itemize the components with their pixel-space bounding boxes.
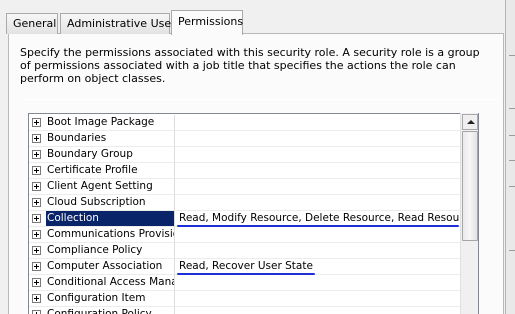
object-class-cell[interactable]: Client Agent Setting [29, 179, 175, 195]
table-row[interactable]: Boundary Group [29, 147, 461, 163]
tab-strip: General Administrative Users Permissions [6, 10, 426, 35]
background-window-edge [505, 0, 515, 314]
table-row[interactable]: Cloud Subscription [29, 195, 461, 211]
table-row[interactable]: Communications Provisioni [29, 227, 461, 243]
object-class-label: Collection [46, 211, 174, 226]
permissions-cell[interactable] [175, 131, 461, 147]
table-row[interactable]: Conditional Access Manag [29, 275, 461, 291]
object-class-label: Configuration Item [47, 292, 146, 304]
object-class-label: Boundary Group [47, 148, 133, 160]
object-class-cell[interactable]: Boot Image Package [29, 115, 175, 131]
scroll-thumb[interactable] [462, 131, 478, 241]
object-class-label: Communications Provisioni [47, 228, 174, 240]
edge-tick [509, 160, 515, 161]
tab-permissions[interactable]: Permissions [171, 10, 243, 35]
edge-tick [509, 55, 515, 56]
table-row[interactable]: Compliance Policy [29, 243, 461, 259]
object-class-label: Client Agent Setting [47, 180, 153, 192]
object-class-cell[interactable]: Compliance Policy [29, 243, 175, 259]
object-class-cell[interactable]: Configuration Policy [29, 307, 175, 314]
tab-general[interactable]: General [6, 13, 58, 34]
permissions-cell[interactable] [175, 307, 461, 314]
object-class-label: Cloud Subscription [47, 196, 146, 208]
object-class-label: Conditional Access Manag [47, 276, 174, 288]
object-class-label: Computer Association [47, 260, 163, 272]
permissions-grid[interactable]: Boot Image Package Boundaries Boundary Gro… [28, 113, 479, 314]
expand-plus-icon[interactable] [32, 214, 41, 223]
expand-plus-icon[interactable] [32, 134, 41, 143]
permissions-cell[interactable] [175, 179, 461, 195]
object-class-cell[interactable]: Computer Association [29, 259, 175, 275]
object-class-cell[interactable]: Cloud Subscription [29, 195, 175, 211]
divider [20, 99, 498, 100]
object-class-label: Configuration Policy [47, 308, 152, 314]
table-row[interactable]: Configuration Item [29, 291, 461, 307]
grid-vertical-scrollbar[interactable] [460, 113, 478, 314]
expand-plus-icon[interactable] [32, 262, 41, 271]
expand-plus-icon[interactable] [32, 182, 41, 191]
table-row[interactable]: Certificate Profile [29, 163, 461, 179]
permissions-cell[interactable] [175, 195, 461, 211]
expand-plus-icon[interactable] [32, 198, 41, 207]
expand-plus-icon[interactable] [32, 310, 41, 314]
expand-plus-icon[interactable] [32, 150, 41, 159]
table-row[interactable]: Boundaries [29, 131, 461, 147]
object-class-label: Certificate Profile [47, 164, 138, 176]
table-row[interactable]: Client Agent Setting [29, 179, 461, 195]
permissions-cell[interactable] [175, 147, 461, 163]
edge-tick [509, 135, 515, 136]
permissions-cell[interactable] [175, 227, 461, 243]
expand-plus-icon[interactable] [32, 294, 41, 303]
expand-plus-icon[interactable] [32, 118, 41, 127]
scroll-up-button[interactable] [462, 114, 478, 130]
permissions-description: Specify the permissions associated with … [20, 46, 480, 85]
object-class-label: Boot Image Package [47, 116, 155, 128]
expand-plus-icon[interactable] [32, 246, 41, 255]
object-class-label: Compliance Policy [47, 244, 143, 256]
edge-tick [509, 186, 515, 187]
object-class-cell[interactable]: Communications Provisioni [29, 227, 175, 243]
edge-tick [509, 108, 515, 109]
object-class-cell[interactable]: Boundaries [29, 131, 175, 147]
permissions-cell[interactable] [175, 163, 461, 179]
permissions-cell[interactable] [175, 275, 461, 291]
arrow-up-icon [467, 120, 475, 124]
permissions-cell[interactable] [175, 243, 461, 259]
object-class-cell[interactable]: Configuration Item [29, 291, 175, 307]
table-row[interactable]: Configuration Policy [29, 307, 461, 314]
edge-tick [509, 250, 515, 251]
expand-plus-icon[interactable] [32, 166, 41, 175]
object-class-cell[interactable]: Collection [29, 211, 175, 227]
object-class-label: Boundaries [47, 132, 107, 144]
permissions-cell[interactable] [175, 291, 461, 307]
expand-plus-icon[interactable] [32, 230, 41, 239]
tab-administrative-users[interactable]: Administrative Users [60, 13, 181, 34]
object-class-cell[interactable]: Certificate Profile [29, 163, 175, 179]
expand-plus-icon[interactable] [32, 278, 41, 287]
object-class-cell[interactable]: Boundary Group [29, 147, 175, 163]
table-row[interactable]: Boot Image Package [29, 115, 461, 131]
object-class-cell[interactable]: Conditional Access Manag [29, 275, 175, 291]
permissions-cell[interactable] [175, 115, 461, 131]
